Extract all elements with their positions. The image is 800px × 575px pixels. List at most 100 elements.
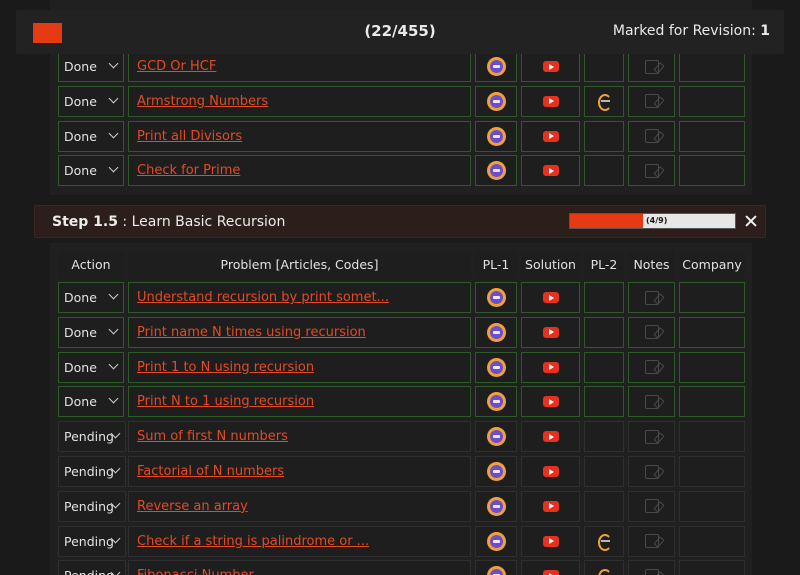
note-edit-icon[interactable]: [644, 429, 659, 444]
notes-cell: [628, 155, 675, 187]
note-edit-icon[interactable]: [644, 290, 659, 305]
note-edit-icon[interactable]: [644, 499, 659, 514]
codestudio-icon[interactable]: [486, 357, 506, 377]
problem-link[interactable]: Check if a string is palindrome or ...: [137, 534, 369, 549]
problem-link[interactable]: Print all Divisors: [137, 129, 242, 144]
pl2-cell: [584, 51, 624, 82]
status-value: Pending: [64, 533, 114, 549]
codestudio-icon[interactable]: [486, 462, 506, 481]
status-select[interactable]: Done: [58, 386, 124, 418]
note-edit-icon[interactable]: [644, 59, 659, 74]
status-value: Done: [64, 163, 97, 179]
youtube-icon[interactable]: [542, 396, 559, 408]
note-edit-icon[interactable]: [644, 534, 659, 549]
status-select[interactable]: Pending: [58, 421, 126, 453]
problem-link[interactable]: Print name N times using recursion: [137, 325, 366, 340]
leetcode-icon[interactable]: [597, 567, 612, 575]
company-cell: [679, 490, 745, 522]
youtube-icon[interactable]: [542, 165, 559, 177]
note-edit-icon[interactable]: [644, 129, 659, 144]
problem-link[interactable]: GCD Or HCF: [137, 59, 216, 74]
pl1-cell: [475, 386, 517, 418]
youtube-icon[interactable]: [542, 61, 559, 72]
header-solution: Solution: [521, 251, 580, 279]
problem-link[interactable]: Reverse an array: [137, 499, 248, 514]
company-cell: [679, 421, 745, 453]
step-header[interactable]: Step 1.5 : Learn Basic Recursion (4/9): [34, 205, 766, 238]
step-progress-fill: [570, 214, 644, 228]
solution-cell: [521, 282, 580, 313]
solution-cell: [521, 120, 580, 152]
codestudio-icon[interactable]: [486, 566, 506, 575]
company-cell: [679, 282, 745, 313]
youtube-icon[interactable]: [542, 500, 559, 512]
note-edit-icon[interactable]: [644, 360, 659, 375]
problem-link[interactable]: Understand recursion by print somet...: [137, 290, 389, 305]
codestudio-icon[interactable]: [486, 322, 506, 342]
notes-cell: [628, 316, 675, 348]
problem-link[interactable]: Armstrong Numbers: [137, 94, 268, 109]
codestudio-icon[interactable]: [486, 91, 506, 111]
note-edit-icon[interactable]: [644, 464, 659, 479]
status-select[interactable]: Done: [58, 85, 124, 117]
youtube-icon[interactable]: [542, 95, 559, 107]
status-select[interactable]: Done: [58, 282, 124, 313]
chevron-down-icon: [108, 359, 119, 370]
codestudio-icon[interactable]: [486, 57, 506, 76]
codestudio-icon[interactable]: [486, 288, 506, 307]
youtube-icon[interactable]: [542, 570, 559, 575]
status-select[interactable]: Done: [58, 316, 124, 348]
problem-link[interactable]: Check for Prime: [137, 163, 240, 178]
top-progress-bar: (22/455) Marked for Revision: 1: [16, 10, 784, 54]
step-name: Learn Basic Recursion: [131, 214, 286, 230]
problem-link[interactable]: Print 1 to N using recursion: [137, 360, 314, 375]
pl1-cell: [475, 282, 517, 313]
pl2-cell: [584, 386, 624, 418]
note-edit-icon[interactable]: [644, 325, 659, 340]
header-company: Company: [679, 251, 745, 279]
problem-cell: Fibonacci Number: [128, 560, 471, 575]
solution-cell: [521, 456, 580, 487]
codestudio-icon[interactable]: [486, 496, 506, 516]
pl2-cell: [584, 155, 624, 187]
codestudio-icon[interactable]: [486, 427, 506, 447]
youtube-icon[interactable]: [542, 535, 559, 547]
chevron-down-icon: [108, 393, 119, 404]
leetcode-icon[interactable]: [597, 92, 612, 112]
note-edit-icon[interactable]: [644, 163, 659, 178]
youtube-icon[interactable]: [542, 130, 559, 142]
youtube-icon[interactable]: [542, 431, 559, 443]
close-icon[interactable]: [743, 213, 759, 229]
status-select[interactable]: Done: [58, 120, 124, 152]
step-progress-bar: (4/9): [569, 213, 736, 229]
company-cell: [679, 51, 745, 82]
codestudio-icon[interactable]: [486, 126, 506, 146]
status-select[interactable]: Pending: [58, 456, 126, 487]
header-action: Action: [58, 251, 124, 279]
youtube-icon[interactable]: [542, 326, 559, 338]
status-select[interactable]: Pending: [58, 560, 126, 575]
revision-counter[interactable]: Marked for Revision: 1: [613, 23, 770, 39]
status-select[interactable]: Done: [58, 351, 124, 383]
table-header: Action Problem [Articles, Codes] PL-1 So…: [58, 251, 748, 279]
problem-link[interactable]: Sum of first N numbers: [137, 429, 288, 444]
youtube-icon[interactable]: [542, 292, 559, 303]
status-select[interactable]: Done: [58, 155, 124, 187]
problem-cell: Check for Prime: [128, 155, 471, 187]
status-select[interactable]: Done: [58, 51, 124, 82]
codestudio-icon[interactable]: [486, 531, 506, 551]
note-edit-icon[interactable]: [644, 94, 659, 109]
note-edit-icon[interactable]: [644, 568, 659, 575]
problem-link[interactable]: Factorial of N numbers: [137, 464, 284, 479]
problem-link[interactable]: Fibonacci Number: [137, 568, 254, 575]
youtube-icon[interactable]: [542, 361, 559, 373]
status-select[interactable]: Pending: [58, 525, 126, 557]
pl2-cell: [584, 525, 624, 557]
leetcode-icon[interactable]: [597, 532, 612, 552]
codestudio-icon[interactable]: [486, 161, 506, 181]
note-edit-icon[interactable]: [644, 394, 659, 409]
codestudio-icon[interactable]: [486, 392, 506, 412]
youtube-icon[interactable]: [542, 466, 559, 477]
problem-link[interactable]: Print N to 1 using recursion: [137, 394, 314, 409]
status-select[interactable]: Pending: [58, 490, 126, 522]
